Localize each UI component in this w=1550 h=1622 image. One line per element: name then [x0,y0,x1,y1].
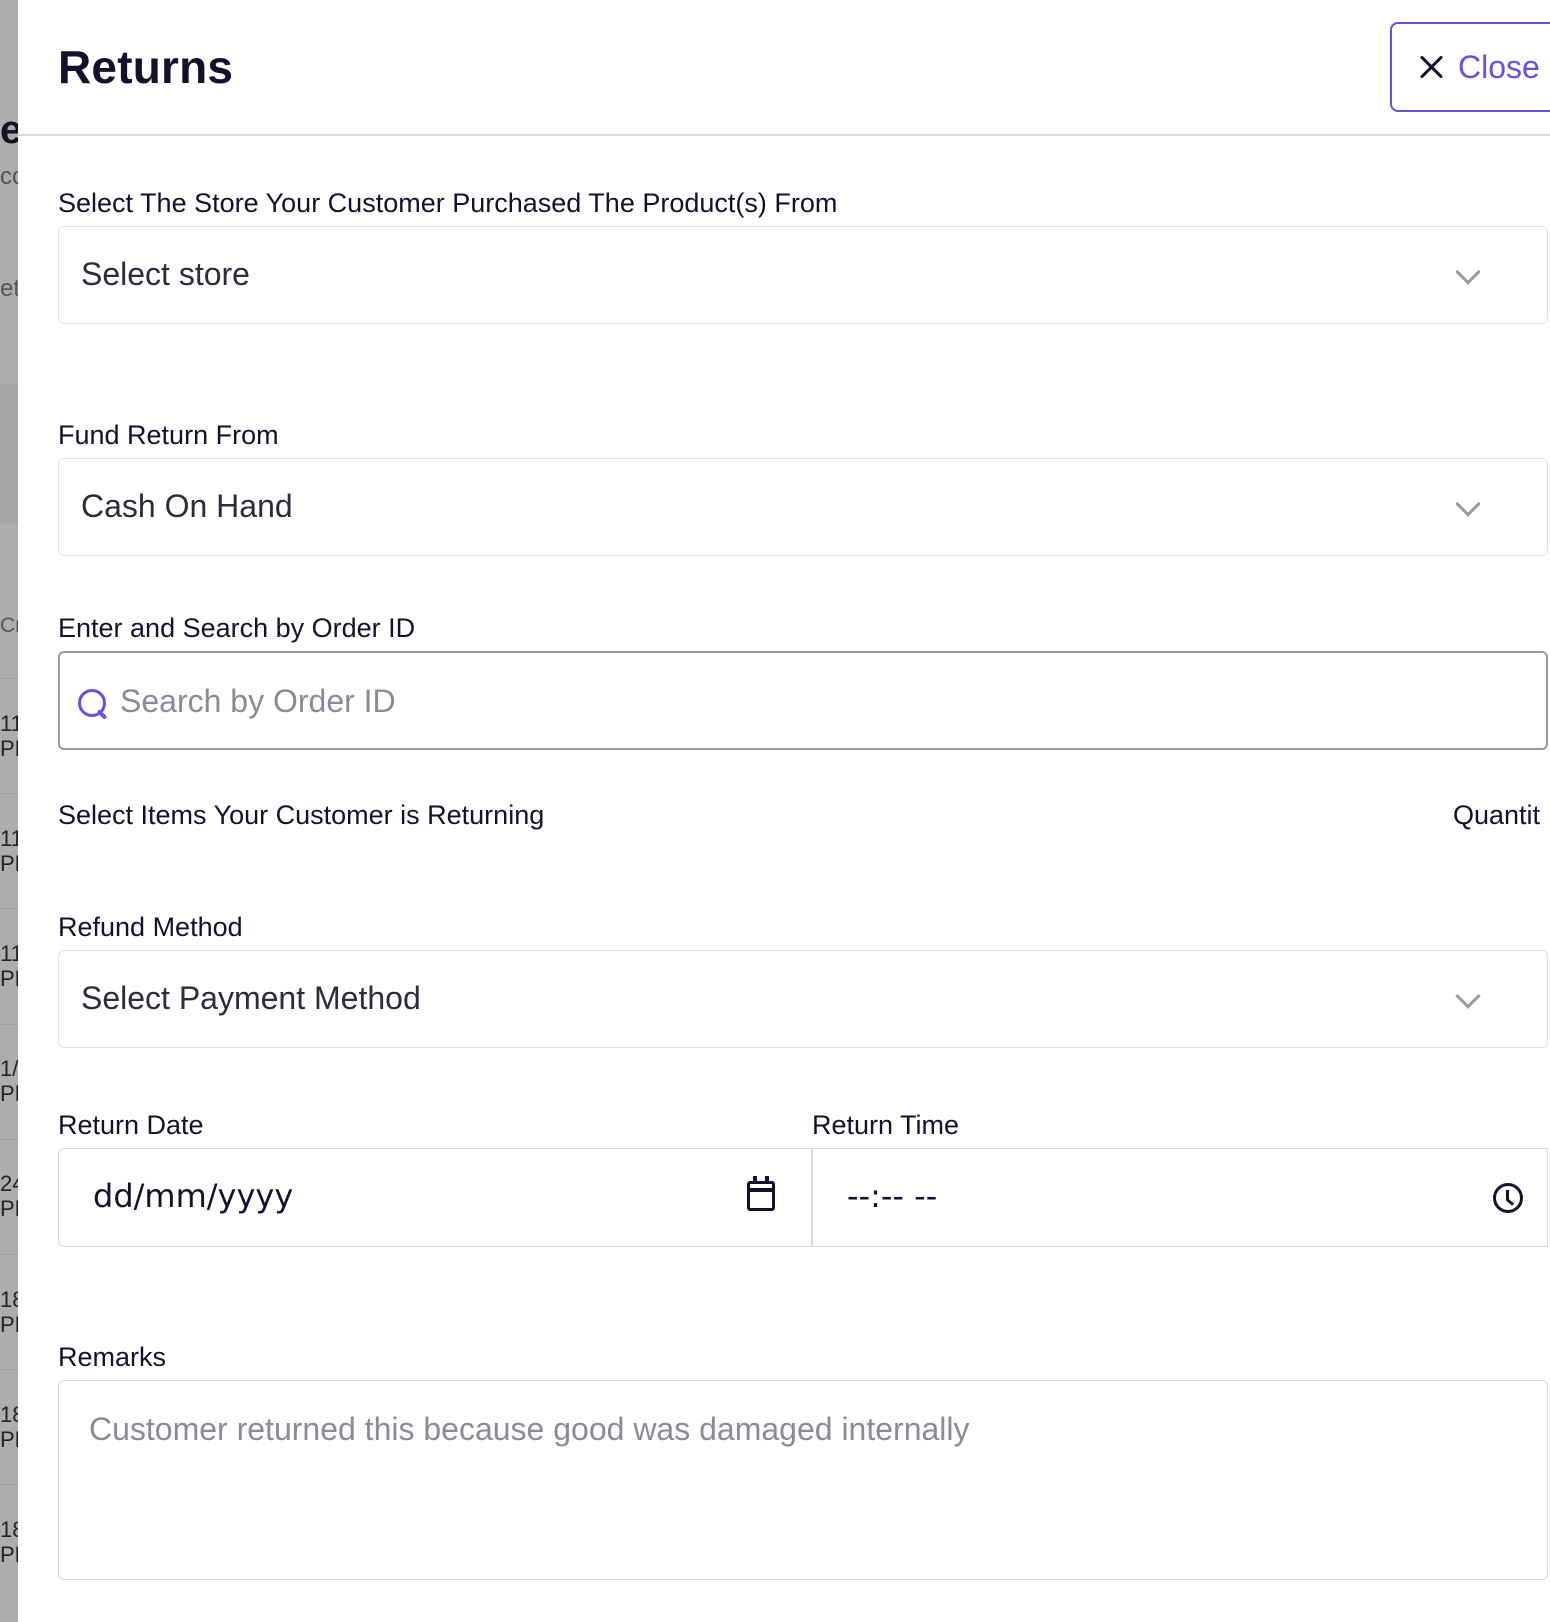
returns-panel: Returns Close Select The Store Your Cust… [18,0,1550,1622]
clock-icon[interactable] [1493,1183,1523,1213]
fund-select[interactable]: Cash On Hand [58,458,1548,556]
panel-header: Returns Close [18,0,1550,136]
return-time-value: --:-- -- [847,1177,938,1215]
remarks-textarea[interactable] [89,1411,1509,1551]
close-button[interactable]: Close [1390,22,1550,112]
modal-backdrop[interactable] [0,0,18,1622]
store-select[interactable]: Select store [58,226,1548,324]
close-button-label: Close [1458,48,1540,85]
fund-select-value: Cash On Hand [81,488,293,524]
close-icon [1418,54,1444,80]
order-search-box[interactable] [58,651,1548,750]
chevron-down-icon [1455,983,1481,1009]
return-date-value: dd/mm/yyyy [93,1177,294,1215]
return-time-input[interactable]: --:-- -- [812,1148,1548,1247]
return-date-input[interactable]: dd/mm/yyyy [58,1148,812,1247]
chevron-down-icon [1455,491,1481,517]
search-icon [76,687,110,721]
store-label: Select The Store Your Customer Purchased… [58,188,838,218]
remarks-label: Remarks [58,1342,167,1372]
return-date-label: Return Date [58,1110,204,1140]
return-items-label: Select Items Your Customer is Returning [58,800,545,830]
order-search-input[interactable] [120,675,1520,727]
order-search-label: Enter and Search by Order ID [58,613,416,643]
refund-method-select[interactable]: Select Payment Method [58,950,1548,1048]
fund-label: Fund Return From [58,420,279,450]
panel-title: Returns [58,41,234,93]
chevron-down-icon [1455,259,1481,285]
refund-method-label: Refund Method [58,912,243,942]
quantity-column-header: Quantit [1453,800,1541,830]
refund-method-value: Select Payment Method [81,980,421,1016]
store-select-value: Select store [81,256,250,292]
remarks-box[interactable] [58,1380,1548,1580]
calendar-icon[interactable] [747,1176,775,1211]
return-time-label: Return Time [812,1110,960,1140]
